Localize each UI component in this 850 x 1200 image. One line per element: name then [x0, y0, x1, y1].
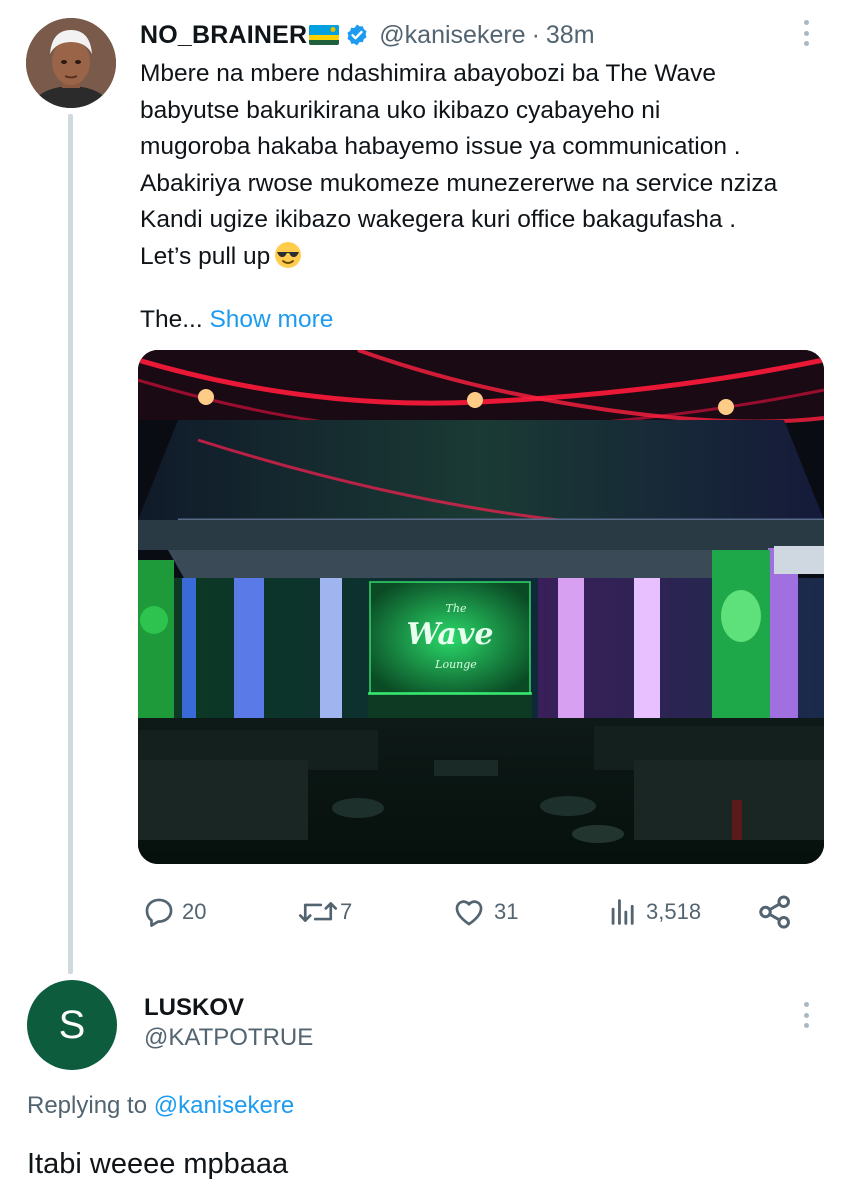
truncated-text: The...: [140, 306, 203, 333]
tweet-media-image[interactable]: The Wave Lounge: [138, 350, 824, 864]
sign-text-lounge: Lounge: [434, 658, 477, 671]
tweet-text-line: Mbere na mbere ndashimira abayobozi ba T…: [140, 60, 717, 87]
share-button[interactable]: [756, 890, 794, 934]
smiling-face-with-sunglasses-icon: [274, 241, 302, 269]
reply-author-name[interactable]: LUSKOV: [144, 994, 244, 1022]
author-handle[interactable]: @kanisekere: [379, 21, 525, 50]
reply-author-avatar[interactable]: S: [27, 980, 117, 1070]
like-button[interactable]: 31: [452, 890, 518, 934]
sign-text-the: The: [446, 602, 467, 615]
tweet-body: Mbere na mbere ndashimira abayobozi ba T…: [140, 56, 830, 275]
tweet-text-fragment: Let’s pull up: [140, 242, 271, 270]
verified-badge-icon: [345, 23, 369, 47]
truncated-text-line: The... Show more: [140, 302, 333, 338]
reply-icon: [145, 898, 173, 927]
heart-icon: [455, 900, 483, 926]
retweet-button[interactable]: 7: [298, 890, 352, 934]
more-vertical-icon[interactable]: [798, 16, 814, 50]
tweet-text-line: Kandi ugize ikibazo wakegera kuri office…: [140, 206, 737, 233]
tweet-text-line-last: Let’s pull up: [140, 239, 830, 276]
tweet-header: NO_BRAINER @kanisekere · 38m: [140, 18, 595, 52]
tweet-timestamp[interactable]: 38m: [546, 21, 595, 50]
reply-author-handle[interactable]: @KATPOTRUE: [144, 1024, 313, 1052]
author-name[interactable]: NO_BRAINER: [140, 21, 307, 50]
like-count: 31: [494, 899, 519, 924]
tweet-text-line: babyutse bakurikirana uko ikibazo cyabay…: [140, 96, 661, 124]
tweet-text-line: mugoroba hakaba habayemo issue ya commun…: [140, 133, 741, 160]
retweet-count: 7: [340, 899, 353, 924]
replying-to-mention[interactable]: @kanisekere: [154, 1092, 294, 1119]
share-icon: [759, 895, 790, 929]
reply-text: Itabi weeee mpbaaa: [27, 1148, 289, 1180]
rwanda-flag-icon: [309, 25, 340, 45]
views-button[interactable]: 3,518: [606, 890, 701, 934]
views-count: 3,518: [646, 899, 702, 924]
tweet-text-line: Abakiriya rwose mukomeze munezererwe na …: [140, 169, 778, 197]
show-more-link[interactable]: Show more: [209, 306, 333, 333]
tweet-actions: 20 7 31 3,518: [140, 890, 830, 934]
separator-dot: ·: [531, 20, 540, 49]
thread-connector-line: [68, 114, 73, 974]
sign-text-wave: Wave: [406, 617, 493, 652]
replying-to-prefix: Replying to: [27, 1092, 148, 1119]
retweet-icon: [298, 902, 338, 922]
author-avatar[interactable]: [26, 18, 116, 108]
replying-to-line: Replying to @kanisekere: [27, 1092, 294, 1120]
views-bar-chart-icon: [611, 899, 634, 925]
reply-button[interactable]: 20: [142, 890, 206, 934]
reply-count: 20: [182, 899, 207, 924]
more-vertical-icon[interactable]: [798, 998, 814, 1032]
